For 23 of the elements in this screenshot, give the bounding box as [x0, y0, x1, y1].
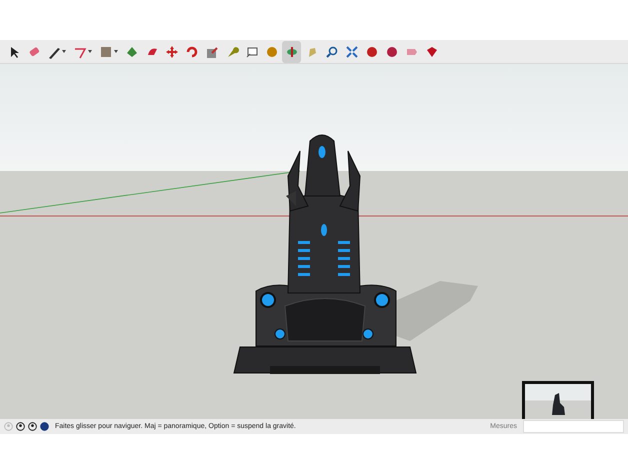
caret-icon: [62, 50, 66, 53]
caret-icon: [88, 50, 92, 53]
tool-icon: [264, 44, 278, 58]
tool-icon: [184, 44, 198, 58]
tool-icon: [99, 44, 113, 58]
tool-icon: [204, 44, 218, 58]
tool-icon: [284, 44, 298, 58]
measurements-field[interactable]: [523, 420, 624, 433]
tool-icon: [124, 44, 138, 58]
tool-icon: [344, 44, 358, 58]
tool-icon: [384, 44, 398, 58]
status-icon[interactable]: [28, 422, 37, 431]
caret-icon: [114, 50, 118, 53]
tool-icon: [424, 44, 438, 58]
tool-icon: [324, 44, 338, 58]
throne-thumbnail-icon: [550, 392, 566, 416]
tool-icon: [244, 44, 258, 58]
3d-viewport[interactable]: [0, 64, 628, 419]
tool-icon: [164, 44, 178, 58]
tool-button[interactable]: [282, 40, 301, 62]
status-icon[interactable]: [16, 422, 25, 431]
status-icon[interactable]: [40, 422, 49, 431]
tool-icon: [364, 44, 378, 58]
